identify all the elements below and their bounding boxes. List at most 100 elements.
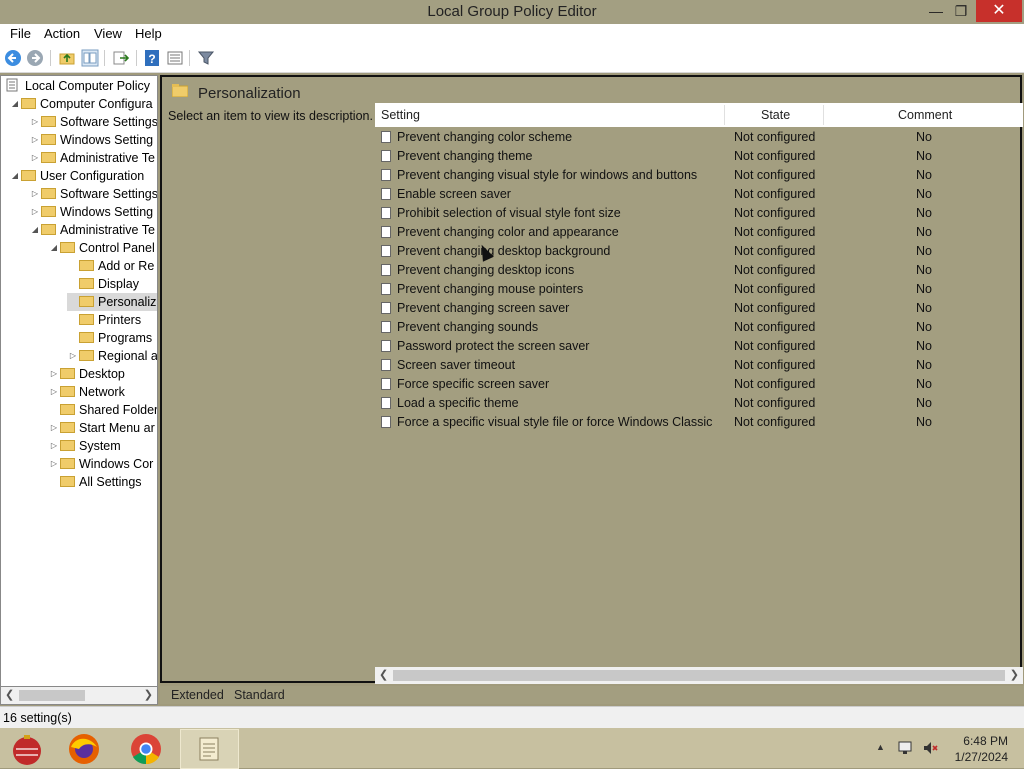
policy-row[interactable]: Prevent changing screen saver Not configu…	[375, 299, 1023, 318]
firefox-icon[interactable]	[67, 732, 101, 766]
expand-arrow-icon[interactable]: ▷	[29, 113, 41, 131]
collapse-arrow-icon[interactable]: ◢	[29, 221, 41, 239]
expand-arrow-icon[interactable]: ▷	[48, 365, 60, 383]
ornament-app-icon[interactable]	[10, 732, 44, 766]
menu-file[interactable]: File	[10, 26, 31, 41]
expand-arrow-icon[interactable]: ▷	[29, 131, 41, 149]
collapse-arrow-icon[interactable]: ◢	[9, 95, 21, 113]
tree-node[interactable]: Personalizi	[67, 293, 157, 311]
expand-arrow-icon[interactable]: ▷	[48, 455, 60, 473]
tree-node[interactable]: ▷ Regional a	[67, 347, 157, 365]
network-icon[interactable]	[898, 741, 914, 755]
expand-arrow-icon[interactable]: ▷	[48, 383, 60, 401]
tree-node[interactable]: Printers	[67, 311, 141, 329]
tree-node[interactable]: ▷ Network	[48, 383, 125, 401]
scrollbar-thumb[interactable]	[19, 690, 85, 701]
window-title: Local Group Policy Editor	[427, 3, 597, 20]
properties-icon[interactable]	[166, 49, 184, 67]
policy-row[interactable]: Password protect the screen saver Not con…	[375, 337, 1023, 356]
tree-horizontal-scrollbar[interactable]: ❮ ❯	[0, 686, 158, 705]
tree-node[interactable]: ▷ Desktop	[48, 365, 125, 383]
policy-row[interactable]: Prohibit selection of visual style font …	[375, 204, 1023, 223]
expand-arrow-icon[interactable]: ▷	[48, 419, 60, 437]
tab-extended[interactable]: Extended	[171, 688, 224, 702]
tree-node[interactable]: ▷ Windows Cor	[48, 455, 153, 473]
scroll-left-icon[interactable]: ❮	[5, 688, 14, 701]
export-list-icon[interactable]	[112, 49, 130, 67]
list-horizontal-scrollbar[interactable]: ❮ ❯	[375, 667, 1023, 684]
chrome-icon[interactable]	[129, 732, 163, 766]
policy-row[interactable]: Prevent changing mouse pointers Not confi…	[375, 280, 1023, 299]
collapse-arrow-icon[interactable]: ◢	[9, 167, 21, 185]
tree-node[interactable]: ▷ Start Menu ar	[48, 419, 155, 437]
policy-row[interactable]: Prevent changing visual style for window…	[375, 166, 1023, 185]
column-setting[interactable]: Setting	[381, 108, 420, 122]
tab-standard[interactable]: Standard	[234, 688, 285, 702]
tree-node[interactable]: ▷ Software Settings	[29, 113, 157, 131]
tree-node[interactable]: ◢ Computer Configura	[9, 95, 153, 113]
scroll-right-icon[interactable]: ❯	[144, 688, 153, 701]
tree-node[interactable]: ▷ Windows Setting	[29, 203, 153, 221]
tree-node[interactable]: Display	[67, 275, 139, 293]
policy-row[interactable]: Prevent changing color scheme Not configu…	[375, 128, 1023, 147]
close-button[interactable]: ✕	[976, 0, 1022, 22]
menu-view[interactable]: View	[94, 26, 122, 41]
policy-setting-icon	[381, 397, 391, 409]
maximize-button[interactable]: ❐	[945, 0, 977, 22]
policy-row[interactable]: Enable screen saver Not configured No	[375, 185, 1023, 204]
policy-row[interactable]: Load a specific theme Not configured No	[375, 394, 1023, 413]
scrollbar-thumb[interactable]	[393, 670, 1005, 681]
policy-row[interactable]: Prevent changing color and appearance Not…	[375, 223, 1023, 242]
scroll-left-icon[interactable]: ❮	[379, 668, 388, 681]
show-hidden-icons-icon[interactable]: ▲	[876, 742, 885, 752]
scroll-right-icon[interactable]: ❯	[1010, 668, 1019, 681]
policy-row[interactable]: Force a specific visual style file or fo…	[375, 413, 1023, 432]
expand-arrow-icon[interactable]: ▷	[48, 437, 60, 455]
expand-arrow-icon[interactable]: ▷	[29, 149, 41, 167]
policy-comment: No	[916, 149, 932, 163]
tree-node[interactable]: ◢ Administrative Te	[29, 221, 155, 239]
collapse-arrow-icon[interactable]: ◢	[48, 239, 60, 257]
forward-icon[interactable]	[26, 49, 44, 67]
policy-setting-icon	[381, 321, 391, 333]
menu-action[interactable]: Action	[44, 26, 80, 41]
policy-row[interactable]: Prevent changing desktop background Not c…	[375, 242, 1023, 261]
tree-node[interactable]: ▷ System	[48, 437, 121, 455]
filter-icon[interactable]	[197, 49, 215, 67]
tree-node[interactable]: ▷ Administrative Te	[29, 149, 155, 167]
expand-arrow-icon[interactable]: ▷	[29, 185, 41, 203]
tree-node[interactable]: Add or Re	[67, 257, 154, 275]
taskbar-active-app[interactable]	[180, 729, 239, 769]
expand-arrow-icon[interactable]: ▷	[29, 203, 41, 221]
back-icon[interactable]	[4, 49, 22, 67]
policy-row[interactable]: Prevent changing theme Not configured No	[375, 147, 1023, 166]
policy-row[interactable]: Screen saver timeout Not configured No	[375, 356, 1023, 375]
tree-node[interactable]: Programs	[67, 329, 152, 347]
policy-comment: No	[916, 130, 932, 144]
policy-setting-name: Force specific screen saver	[397, 377, 550, 391]
tree-root-label: Local Computer Policy	[25, 79, 151, 93]
tree-node[interactable]: ◢ Control Panel	[48, 239, 155, 257]
policy-row[interactable]: Prevent changing desktop icons Not config…	[375, 261, 1023, 280]
tree-node[interactable]: ▷ Software Settings	[29, 185, 157, 203]
column-comment[interactable]: Comment	[898, 108, 952, 122]
policy-row[interactable]: Force specific screen saver Not configure…	[375, 375, 1023, 394]
tree-node[interactable]: ▷ Windows Setting	[29, 131, 153, 149]
policy-setting-name: Prevent changing color and appearance	[397, 225, 619, 239]
help-icon[interactable]: ?	[143, 49, 161, 67]
tree-root[interactable]: Local Computer Policy	[5, 77, 150, 95]
tree-node[interactable]: Shared Folder	[48, 401, 157, 419]
menu-help[interactable]: Help	[135, 26, 162, 41]
expand-arrow-icon[interactable]: ▷	[67, 347, 79, 365]
policy-comment: No	[916, 225, 932, 239]
up-folder-icon[interactable]	[58, 49, 76, 67]
volume-muted-icon[interactable]	[922, 740, 938, 756]
tree-node-label: Display	[98, 277, 139, 291]
policy-state: Not configured	[734, 206, 816, 220]
system-clock[interactable]: 6:48 PM 1/27/2024	[955, 733, 1008, 765]
tree-node[interactable]: All Settings	[48, 473, 142, 491]
tree-node[interactable]: ◢ User Configuration	[9, 167, 144, 185]
show-hide-tree-icon[interactable]	[81, 49, 99, 67]
column-state[interactable]: State	[761, 108, 790, 122]
policy-row[interactable]: Prevent changing sounds Not configured No	[375, 318, 1023, 337]
